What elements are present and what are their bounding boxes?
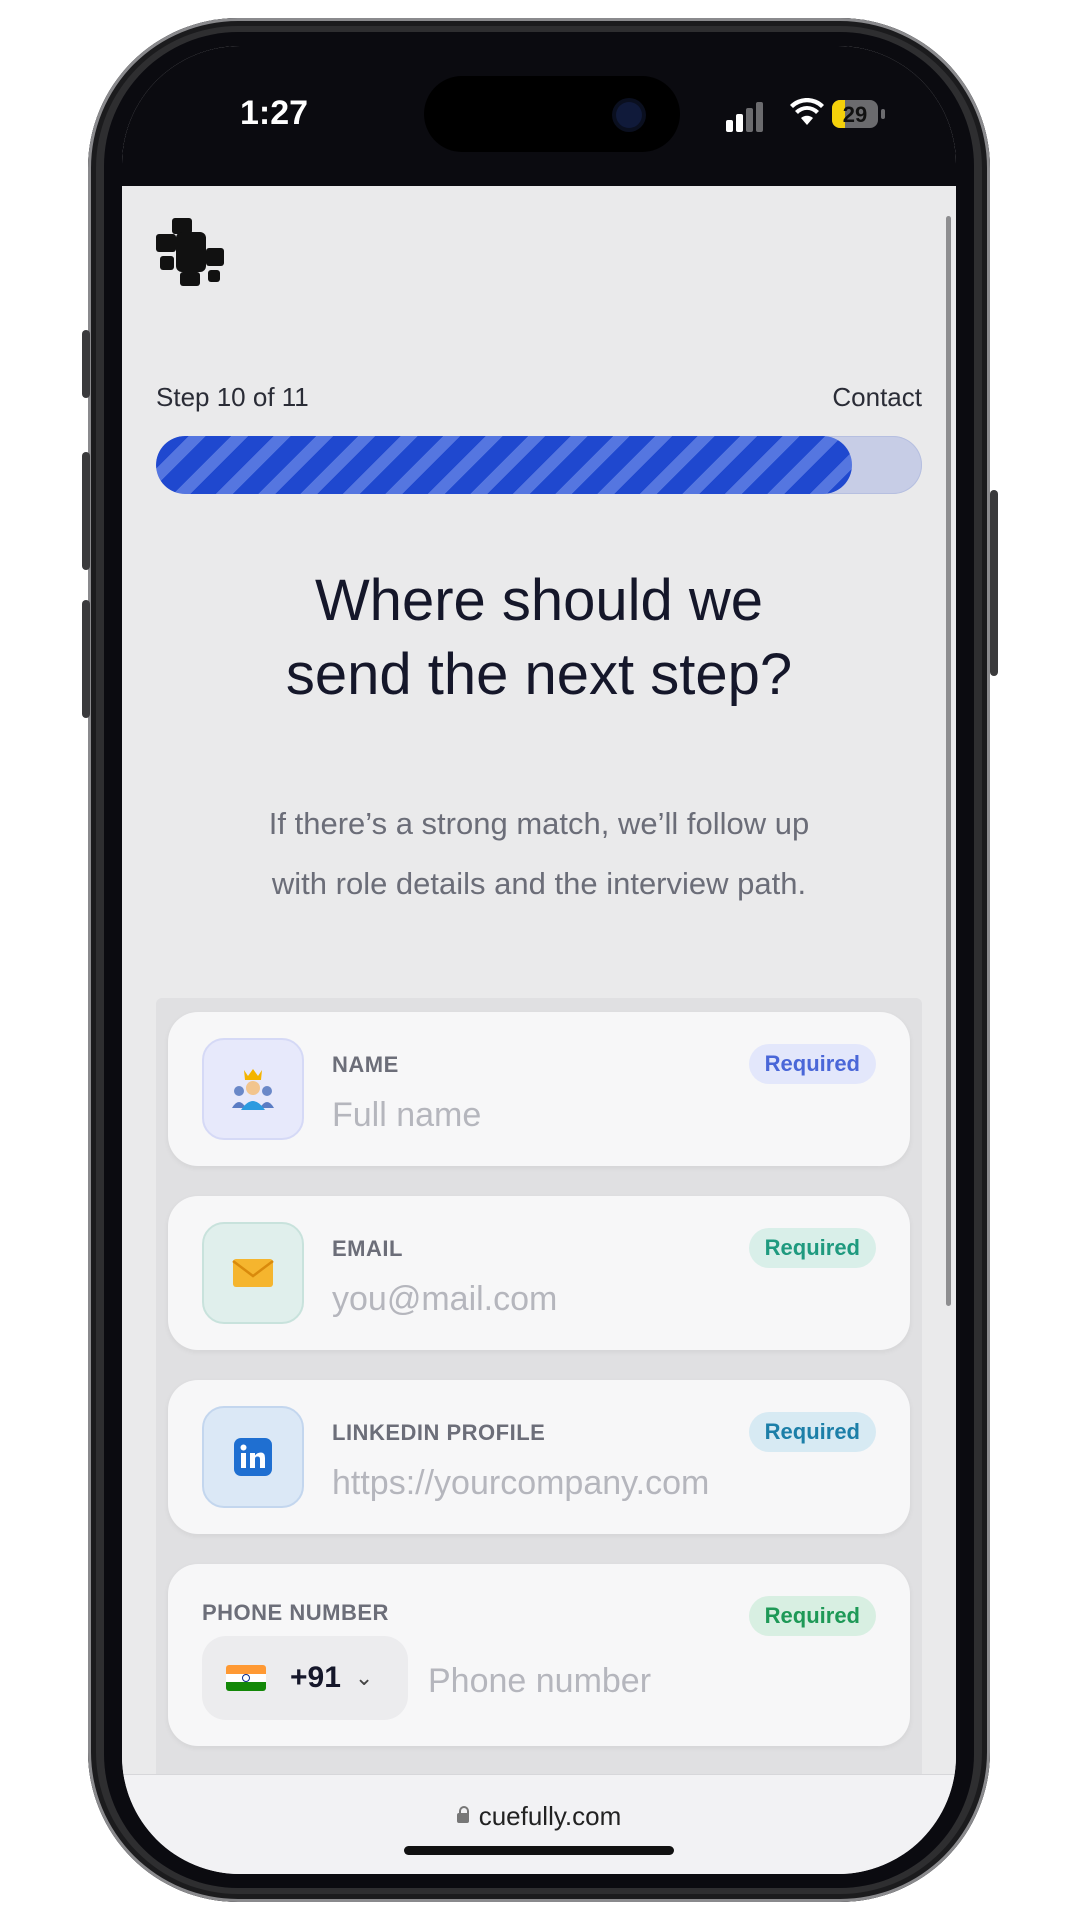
email-input[interactable] (332, 1276, 852, 1322)
name-input[interactable] (332, 1092, 852, 1138)
required-badge: Required (748, 1228, 876, 1268)
linkedin-label: LINKEDIN PROFILE (332, 1420, 546, 1445)
linkedin-icon (202, 1406, 304, 1508)
dynamic-island (424, 76, 680, 152)
cuefully-logo (156, 218, 224, 286)
page-content: Step 10 of 11 Contact Where should we se… (122, 186, 956, 1798)
status-time: 1:27 (240, 94, 309, 132)
email-label: EMAIL (332, 1236, 403, 1261)
people-crown-icon (202, 1038, 304, 1140)
status-bar: 1:27 29 (122, 46, 956, 186)
linkedin-input[interactable] (332, 1460, 852, 1506)
required-badge: Required (748, 1044, 876, 1084)
envelope-icon (202, 1222, 304, 1324)
phone-label: PHONE NUMBER (202, 1600, 389, 1625)
scrollbar[interactable] (946, 216, 951, 1306)
title-line-2: send the next step? (285, 642, 793, 707)
lock-icon (456, 1806, 469, 1823)
title-line-1: Where should we (314, 568, 764, 633)
volume-down-button (82, 600, 90, 718)
volume-up-button (82, 452, 90, 570)
required-badge: Required (748, 1596, 876, 1636)
subtitle-line-1: If there’s a strong match, we’ll follow … (268, 806, 810, 841)
chevron-down-icon: ⌄ (354, 1665, 374, 1690)
required-badge: Required (748, 1412, 876, 1452)
battery-icon: 29 (832, 100, 878, 128)
country-code-select[interactable]: +91 ⌄ (202, 1636, 408, 1720)
india-flag-icon (226, 1665, 266, 1691)
name-field-card[interactable]: NAME Required (168, 1012, 910, 1166)
url-text: cuefully.com (478, 1801, 622, 1831)
email-field-card[interactable]: EMAIL Required (168, 1196, 910, 1350)
page-subtitle: If there’s a strong match, we’ll follow … (202, 794, 876, 914)
linkedin-field-card[interactable]: LINKEDIN PROFILE Required (168, 1380, 910, 1534)
screen: 1:27 29 Step 10 of 11 Contact Where shou… (122, 46, 956, 1874)
step-counter: Step 10 of 11 (156, 382, 309, 412)
phone-input[interactable] (428, 1658, 848, 1704)
phone-bezel: 1:27 29 Step 10 of 11 Contact Where shou… (104, 32, 974, 1888)
phone-field-card[interactable]: PHONE NUMBER Required +91 ⌄ (168, 1564, 910, 1746)
power-button (990, 490, 998, 676)
action-button (82, 330, 90, 398)
step-section-label: Contact (832, 382, 922, 412)
browser-url-bar[interactable]: cuefully.com (122, 1774, 956, 1874)
wifi-icon (790, 98, 824, 125)
battery-cap (881, 109, 885, 119)
progress-fill (156, 436, 853, 494)
subtitle-line-2: with role details and the interview path… (271, 866, 807, 901)
country-code: +91 (290, 1661, 341, 1694)
url-display[interactable]: cuefully.com (122, 1801, 956, 1832)
page-title: Where should we send the next step? (162, 564, 916, 712)
camera-icon (616, 102, 642, 128)
home-indicator[interactable] (404, 1846, 674, 1855)
battery-percent: 29 (842, 102, 868, 127)
name-label: NAME (332, 1052, 399, 1077)
progress-bar (156, 436, 922, 494)
